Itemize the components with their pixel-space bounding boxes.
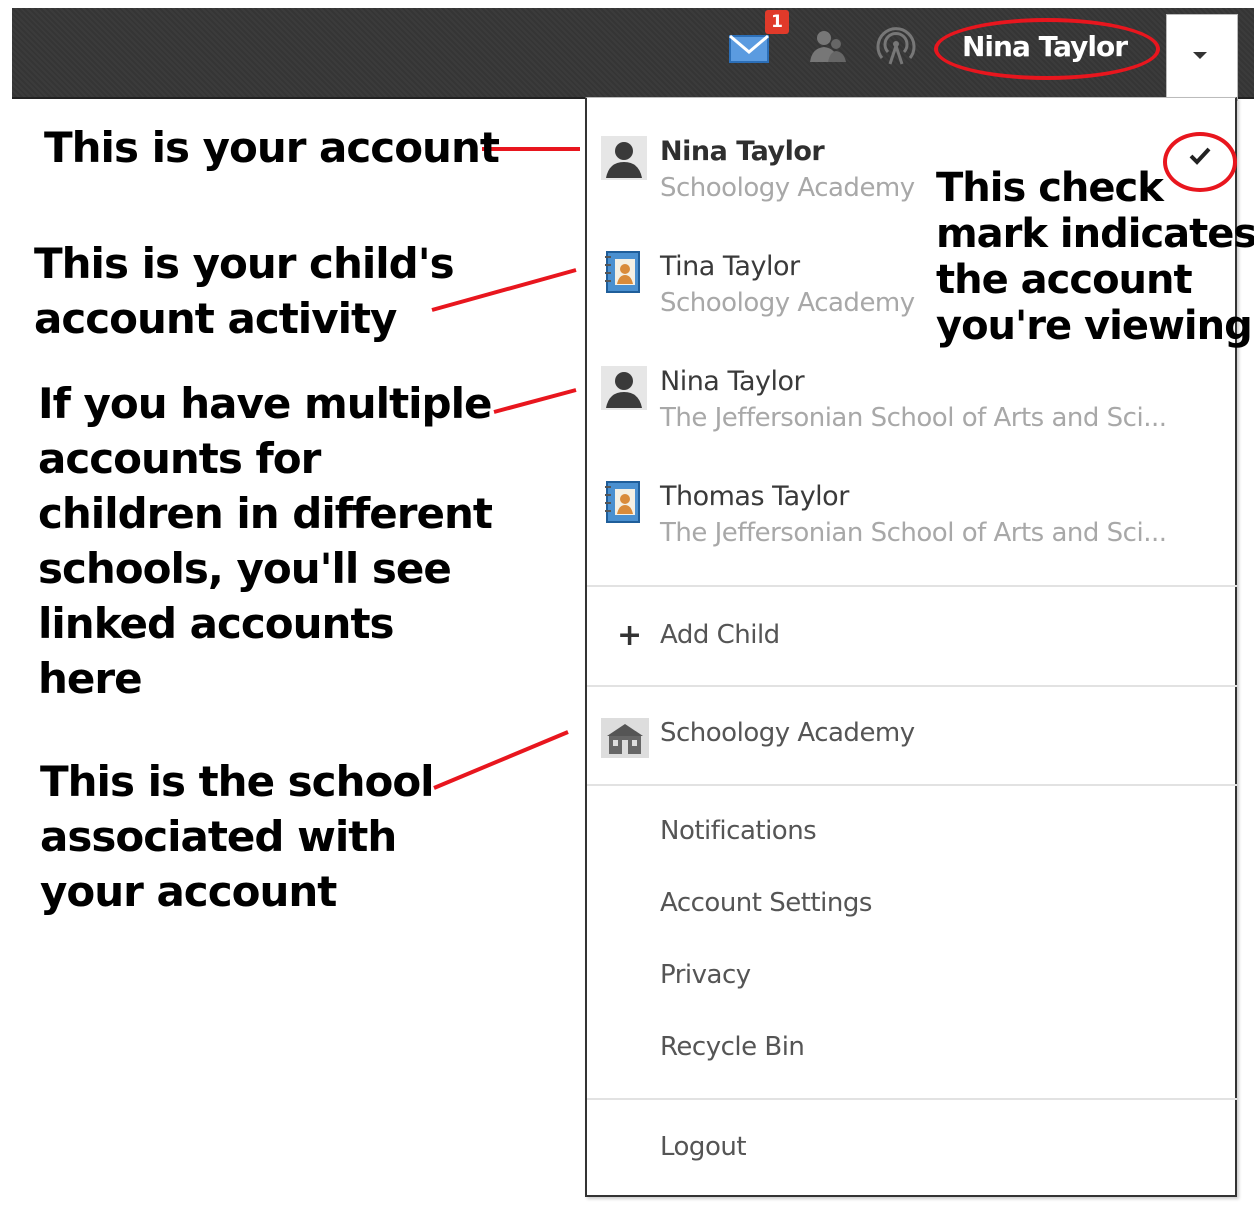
pointer-line-child	[431, 268, 577, 312]
annotation-line: linked accounts	[38, 599, 395, 648]
annotation-line: This check	[936, 165, 1164, 211]
annotation-your-account: This is your account	[44, 123, 500, 172]
annotation-line: accounts for	[38, 434, 321, 483]
annotation-line: If you have multiple	[38, 379, 492, 428]
annotation-check-mark: This check mark indicates the account yo…	[936, 165, 1254, 349]
annotation-line: schools, you'll see	[38, 544, 452, 593]
annotation-line: associated with	[40, 812, 397, 861]
pointer-line-multiple	[493, 388, 577, 414]
annotation-multiple-accounts: If you have multiple accounts for childr…	[38, 376, 493, 706]
annotation-line: mark indicates	[936, 211, 1254, 257]
annotation-line: account activity	[34, 294, 397, 343]
pointer-line-school	[433, 730, 569, 790]
annotation-line: your account	[40, 867, 337, 916]
annotation-line: the account	[936, 257, 1193, 303]
annotation-line: This is your child's	[34, 239, 455, 288]
annotation-line: children in different	[38, 489, 493, 538]
annotation-child-activity: This is your child's account activity	[34, 236, 455, 346]
annotation-line: This is the school	[40, 757, 435, 806]
annotation-school: This is the school associated with your …	[40, 754, 435, 919]
annotation-line: here	[38, 654, 143, 703]
annotation-line: you're viewing	[936, 303, 1253, 349]
